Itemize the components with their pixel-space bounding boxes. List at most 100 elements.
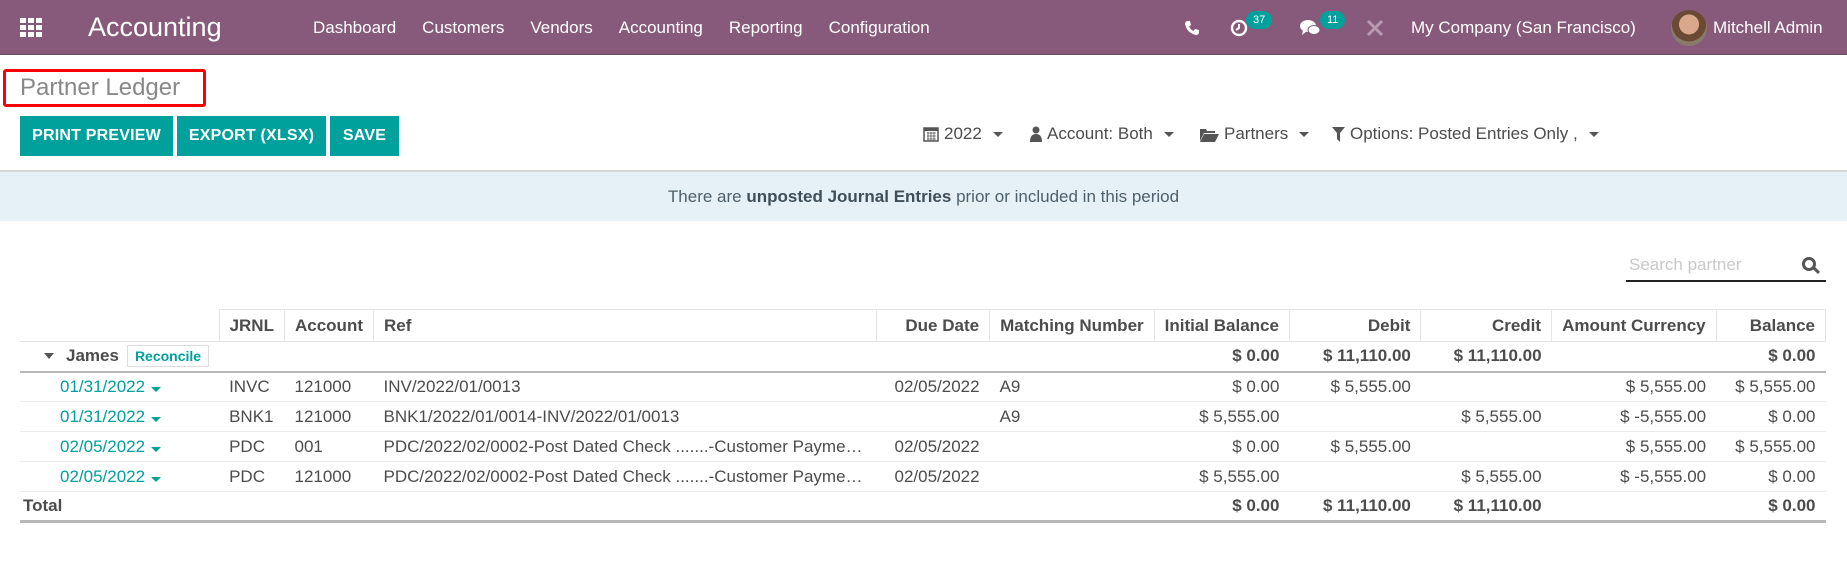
header-jrnl: JRNL <box>218 309 285 342</box>
search-icon[interactable] <box>1802 257 1816 271</box>
entry-date[interactable]: 02/05/2022 <box>60 467 145 486</box>
account-cell: 121000 <box>284 371 374 402</box>
account-cell: 001 <box>284 431 374 462</box>
table-row: 01/31/2022 INVC 121000 INV/2022/01/0013 … <box>20 371 1826 402</box>
debit-cell <box>1289 461 1421 492</box>
total-amount-currency <box>1551 491 1717 523</box>
caret-down-icon[interactable] <box>151 386 162 392</box>
filter-icon <box>1332 126 1345 142</box>
header-amount-currency: Amount Currency <box>1551 309 1717 342</box>
phone-icon <box>1185 20 1199 35</box>
credit-cell <box>1420 371 1552 402</box>
activity-count-badge: 37 <box>1246 11 1273 29</box>
account-cell: 121000 <box>284 461 374 492</box>
activity-button[interactable]: 37 <box>1230 0 1280 55</box>
date-link[interactable]: 01/31/2022 <box>30 377 162 396</box>
date-filter-dropdown[interactable]: 2022 <box>923 124 1003 144</box>
balance-cell: $ 5,555.00 <box>1716 431 1826 462</box>
table-header-row: JRNL Account Ref Due Date Matching Numbe… <box>20 309 1827 342</box>
user-avatar <box>1671 9 1707 46</box>
ref-cell: PDC/2022/02/0002-Post Dated Check ......… <box>373 431 877 462</box>
reconcile-button[interactable]: Reconcile <box>126 345 210 368</box>
messages-button[interactable]: 11 <box>1300 0 1350 55</box>
print-preview-button[interactable]: PRINT PREVIEW <box>20 116 173 156</box>
entry-date[interactable]: 01/31/2022 <box>60 407 145 426</box>
caret-down-icon <box>1299 131 1310 137</box>
caret-down-icon[interactable] <box>151 416 162 422</box>
header-initial-balance: Initial Balance <box>1153 309 1290 342</box>
credit-cell: $ 5,555.00 <box>1420 461 1552 492</box>
credit-cell: $ 5,555.00 <box>1420 401 1552 432</box>
balance-cell: $ 5,555.00 <box>1716 371 1826 402</box>
header-empty <box>20 309 220 342</box>
date-cell[interactable]: 01/31/2022 <box>20 371 220 402</box>
date-link[interactable]: 02/05/2022 <box>30 437 162 456</box>
partners-filter-label: Partners <box>1224 124 1289 143</box>
app-name[interactable]: Accounting <box>88 0 222 55</box>
caret-down-icon <box>1163 131 1174 137</box>
phone-button[interactable] <box>1184 0 1200 55</box>
messages-count-badge: 11 <box>1320 11 1346 29</box>
apps-menu-button[interactable] <box>20 0 46 55</box>
caret-down-icon[interactable] <box>151 446 162 452</box>
folder-open-icon <box>1200 128 1219 142</box>
due-date-cell <box>876 401 990 432</box>
date-cell[interactable]: 02/05/2022 <box>20 461 220 492</box>
partner-cell[interactable]: James Reconcile <box>20 341 220 373</box>
partner-amount-currency <box>1551 341 1717 373</box>
balance-cell: $ 0.00 <box>1716 461 1826 492</box>
caret-down-icon[interactable] <box>151 476 162 482</box>
user-menu[interactable]: Mitchell Admin <box>1671 0 1823 55</box>
alert-bold-text: unposted Journal Entries <box>746 186 952 206</box>
menu-configuration[interactable]: Configuration <box>816 0 943 55</box>
entry-date[interactable]: 01/31/2022 <box>60 377 145 396</box>
initial-balance-cell: $ 5,555.00 <box>1154 461 1290 492</box>
entry-date[interactable]: 02/05/2022 <box>60 437 145 456</box>
header-due-date: Due Date <box>875 309 991 342</box>
matching-cell: A9 <box>989 401 1155 432</box>
initial-balance-cell: $ 0.00 <box>1154 431 1290 462</box>
matching-cell <box>989 431 1155 462</box>
options-filter-dropdown[interactable]: Options: Posted Entries Only , <box>1332 124 1599 144</box>
search-partner-input[interactable] <box>1626 252 1786 278</box>
header-ref: Ref <box>372 309 877 342</box>
export-xlsx-button[interactable]: EXPORT (XLSX) <box>177 116 326 156</box>
chat-icon <box>1300 19 1321 35</box>
table-row: 02/05/2022 PDC 121000 PDC/2022/02/0002-P… <box>20 461 1826 492</box>
date-cell[interactable]: 02/05/2022 <box>20 431 220 462</box>
partner-name[interactable]: James <box>66 346 119 365</box>
date-cell[interactable]: 01/31/2022 <box>20 401 220 432</box>
account-filter-dropdown[interactable]: Account: Both <box>1030 124 1174 144</box>
jrnl-cell: PDC <box>219 461 285 492</box>
date-link[interactable]: 01/31/2022 <box>30 407 162 426</box>
amount-currency-cell: $ 5,555.00 <box>1551 431 1717 462</box>
calendar-icon <box>923 127 939 142</box>
apps-grid-icon <box>20 18 42 37</box>
amount-currency-cell: $ -5,555.00 <box>1551 461 1717 492</box>
menu-customers[interactable]: Customers <box>409 0 517 55</box>
due-date-cell: 02/05/2022 <box>876 431 990 462</box>
table-row: 02/05/2022 PDC 001 PDC/2022/02/0002-Post… <box>20 431 1826 462</box>
menu-dashboard[interactable]: Dashboard <box>300 0 409 55</box>
date-link[interactable]: 02/05/2022 <box>30 467 162 486</box>
amount-currency-cell: $ -5,555.00 <box>1551 401 1717 432</box>
user-name: Mitchell Admin <box>1713 17 1823 37</box>
menu-reporting[interactable]: Reporting <box>716 0 816 55</box>
company-switcher[interactable]: My Company (San Francisco) <box>1411 0 1636 55</box>
matching-cell: A9 <box>989 371 1155 402</box>
jrnl-cell: PDC <box>219 431 285 462</box>
initial-balance-cell: $ 0.00 <box>1154 371 1290 402</box>
menu-vendors[interactable]: Vendors <box>517 0 605 55</box>
save-button[interactable]: SAVE <box>330 116 399 156</box>
jrnl-cell: INVC <box>219 371 285 402</box>
debug-tools-button[interactable] <box>1366 0 1384 55</box>
menu-accounting[interactable]: Accounting <box>606 0 716 55</box>
user-icon <box>1030 126 1042 142</box>
debit-cell: $ 5,555.00 <box>1289 431 1421 462</box>
collapse-caret-icon[interactable] <box>44 352 54 359</box>
ref-cell: BNK1/2022/01/0014-INV/2022/01/0013 <box>373 401 877 432</box>
total-row: Total $ 0.00 $ 11,110.00 $ 11,110.00 $ 0… <box>20 491 1826 523</box>
debit-cell <box>1289 401 1421 432</box>
breadcrumb-title: Partner Ledger <box>20 74 181 101</box>
partners-filter-dropdown[interactable]: Partners <box>1200 124 1310 144</box>
